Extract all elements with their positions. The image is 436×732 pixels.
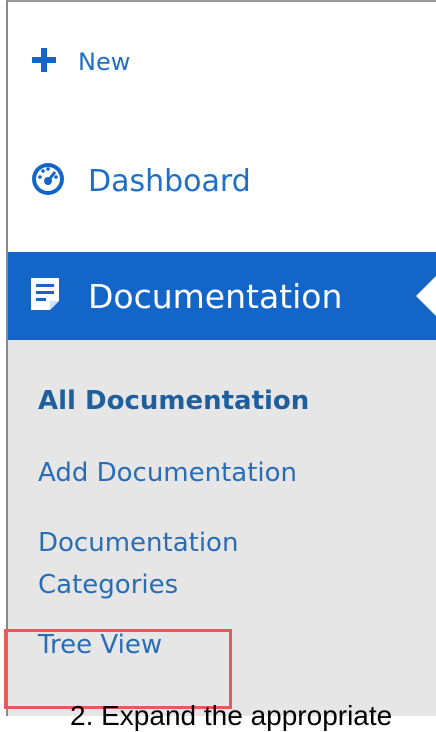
submenu-add-documentation[interactable]: Add Documentation (38, 452, 297, 494)
instruction-caption: 2. Expand the appropriate (70, 700, 393, 731)
admin-sidebar: New Dashboard Documentation All Document… (6, 0, 436, 716)
submenu-documentation-categories[interactable]: Documentation Categories (38, 522, 368, 606)
plus-icon (30, 46, 58, 78)
sidebar-item-label: New (78, 48, 131, 76)
sidebar-item-label: Documentation (88, 276, 343, 316)
sidebar-item-documentation[interactable]: Documentation (8, 252, 436, 340)
highlight-box (4, 629, 232, 709)
sidebar-top: New Dashboard (8, 2, 436, 252)
sidebar-item-dashboard[interactable]: Dashboard (30, 156, 251, 206)
dashboard-gauge-icon (30, 161, 66, 201)
sidebar-item-label: Dashboard (88, 163, 251, 199)
sidebar-item-new[interactable]: New (30, 40, 130, 84)
document-icon (28, 275, 62, 317)
active-indicator (416, 274, 436, 318)
submenu-all-documentation[interactable]: All Documentation (38, 380, 309, 422)
